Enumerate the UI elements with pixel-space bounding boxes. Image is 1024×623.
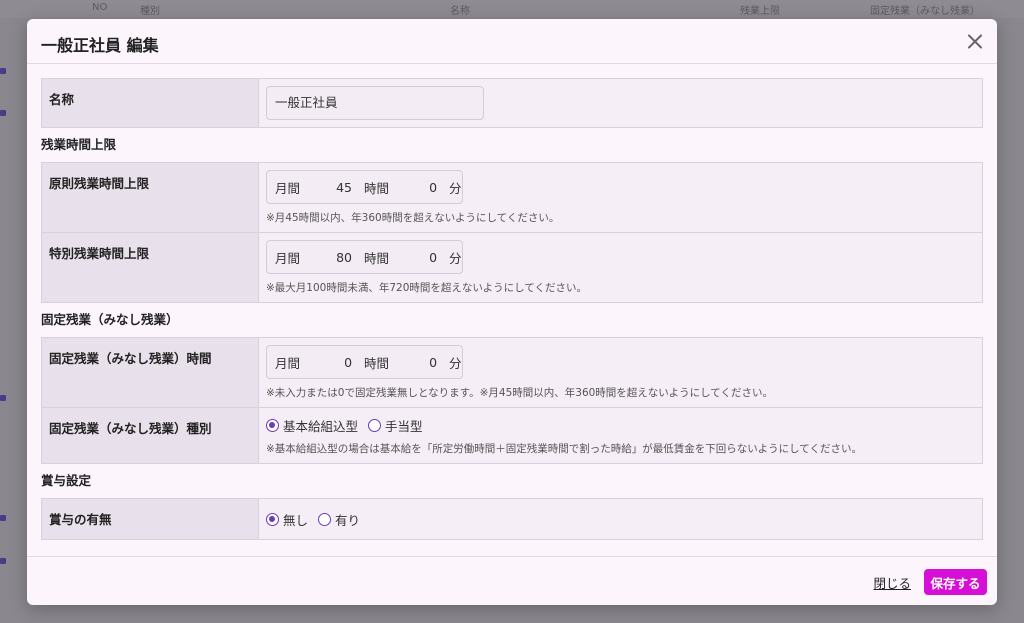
principal-time-input[interactable]: 月間 45 時間 0 分: [266, 170, 463, 204]
minutes-value[interactable]: 0: [389, 355, 437, 370]
radio-label: 基本給組込型: [283, 418, 359, 434]
hours-unit: 時間: [364, 250, 390, 266]
hours-unit: 時間: [364, 355, 390, 371]
overtime-table: 原則残業時間上限 月間 45 時間 0 分 ※月45時間以内、年360時間を超え…: [41, 162, 983, 303]
bg-marker: [0, 515, 6, 521]
name-table: 名称 一般正社員: [41, 78, 983, 128]
close-link[interactable]: 閉じる: [873, 573, 911, 592]
special-row: 特別残業時間上限 月間 80 時間 0 分 ※最大月100時間未満、年720時間…: [41, 232, 983, 303]
principal-note: ※月45時間以内、年360時間を超えないようにしてください。: [266, 212, 560, 224]
fixed-time-row: 固定残業（みなし残業）時間 月間 0 時間 0 分 ※未入力または0で固定残業無…: [41, 337, 983, 408]
bg-col-type: 種別: [140, 6, 160, 17]
bg-marker: [0, 68, 6, 74]
radio-label: 手当型: [385, 418, 423, 434]
modal-header: 一般正社員 編集: [27, 19, 997, 64]
fixed-table: 固定残業（みなし残業）時間 月間 0 時間 0 分 ※未入力または0で固定残業無…: [41, 337, 983, 464]
radio-unchecked-icon: [318, 512, 332, 526]
bg-col-name: 名称: [450, 6, 470, 17]
bonus-row: 賞与の有無 無し 有り: [41, 498, 983, 540]
section-bonus-title: 賞与設定: [41, 473, 92, 488]
radio-allowance[interactable]: 手当型: [368, 416, 423, 435]
radio-checked-icon: [266, 418, 279, 432]
fixed-time-input[interactable]: 月間 0 時間 0 分: [266, 345, 463, 379]
bg-marker: [0, 110, 6, 116]
radio-unchecked-icon: [368, 418, 382, 432]
bonus-radio-group: 無し 有り: [266, 509, 975, 529]
fixed-type-label: 固定残業（みなし残業）種別: [41, 407, 259, 464]
radio-bonus-yes[interactable]: 有り: [318, 510, 360, 529]
radio-bonus-none[interactable]: 無し: [266, 510, 308, 529]
month-label: 月間: [275, 355, 301, 371]
modal-body: 名称 一般正社員 残業時間上限 原則残業時間上限 月間 45 時間 0 分 ※月…: [41, 78, 983, 540]
minutes-value[interactable]: 0: [389, 250, 437, 265]
bg-col-fixed: 固定残業（みなし残業）: [870, 6, 980, 17]
principal-row: 原則残業時間上限 月間 45 時間 0 分 ※月45時間以内、年360時間を超え…: [41, 162, 983, 233]
modal-title: 一般正社員 編集: [41, 36, 159, 55]
hours-value[interactable]: 0: [300, 355, 352, 370]
close-icon[interactable]: [965, 31, 985, 51]
special-label: 特別残業時間上限: [41, 232, 259, 303]
section-fixed-title: 固定残業（みなし残業）: [41, 312, 179, 327]
radio-label: 無し: [283, 512, 309, 528]
save-button[interactable]: 保存する: [924, 569, 987, 595]
special-note: ※最大月100時間未満、年720時間を超えないようにしてください。: [266, 282, 588, 294]
edit-modal: 一般正社員 編集 名称 一般正社員 残業時間上限 原則残業時間上限 月間 45 …: [27, 19, 997, 605]
minutes-value[interactable]: 0: [389, 180, 437, 195]
bonus-table: 賞与の有無 無し 有り: [41, 498, 983, 540]
fixed-type-row: 固定残業（みなし残業）種別 基本給組込型 手当型 ※基本給組込型の場合は基本給を…: [41, 407, 983, 464]
month-label: 月間: [275, 250, 301, 266]
bg-marker: [0, 558, 6, 564]
fixed-time-note: ※未入力または0で固定残業無しとなります。※月45時間以内、年360時間を超えな…: [266, 387, 773, 399]
name-row: 名称 一般正社員: [41, 78, 983, 128]
bg-col-overtime: 残業上限: [740, 6, 780, 17]
name-label: 名称: [41, 78, 259, 128]
bg-marker: [0, 395, 6, 401]
hours-unit: 時間: [364, 180, 390, 196]
radio-checked-icon: [266, 512, 279, 526]
minutes-unit: 分: [449, 180, 462, 196]
minutes-unit: 分: [449, 250, 462, 266]
month-label: 月間: [275, 180, 301, 196]
minutes-unit: 分: [449, 355, 462, 371]
fixed-time-label: 固定残業（みなし残業）時間: [41, 337, 259, 408]
modal-footer: 閉じる 保存する: [27, 556, 997, 605]
section-overtime-title: 残業時間上限: [41, 137, 117, 152]
bonus-label: 賞与の有無: [41, 498, 259, 540]
hours-value[interactable]: 80: [300, 250, 352, 265]
hours-value[interactable]: 45: [300, 180, 352, 195]
special-time-input[interactable]: 月間 80 時間 0 分: [266, 240, 463, 274]
background-table-header: NO 種別 名称 残業上限 固定残業（みなし残業）: [0, 0, 1024, 18]
name-input[interactable]: 一般正社員: [266, 86, 484, 120]
fixed-type-radio-group: 基本給組込型 手当型: [266, 415, 975, 435]
radio-base-salary[interactable]: 基本給組込型: [266, 416, 358, 435]
fixed-type-note: ※基本給組込型の場合は基本給を「所定労働時間＋固定残業時間で割った時給」が最低賃…: [266, 443, 862, 455]
radio-label: 有り: [335, 512, 361, 528]
principal-label: 原則残業時間上限: [41, 162, 259, 233]
bg-col-no: NO: [92, 2, 108, 13]
